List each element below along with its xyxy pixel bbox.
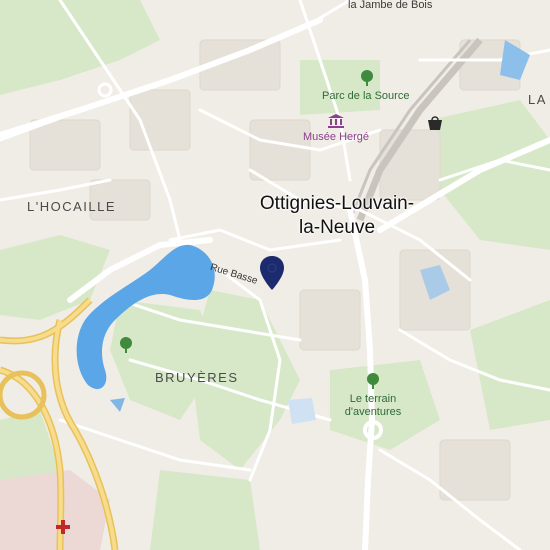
place-label-terrain-aventures: Le terrain d'aventures	[338, 393, 408, 419]
tree-icon[interactable]	[366, 373, 380, 389]
place-label-parc-de-la-source: Parc de la Source	[322, 90, 410, 102]
place-label-terrain-line-1: Le terrain	[349, 393, 397, 405]
place-label-jambe-de-bois: la Jambe de Bois	[348, 0, 433, 11]
district-label-hocaille: L'HOCAILLE	[27, 199, 117, 214]
district-label-edge: LA	[528, 92, 547, 107]
district-label-bruyeres: BRUYÈRES	[155, 370, 239, 385]
hospital-cross-icon[interactable]	[55, 519, 71, 535]
tree-icon[interactable]	[360, 70, 374, 86]
museum-icon[interactable]	[328, 114, 344, 128]
city-label: Ottignies-Louvain- la-Neuve	[248, 192, 426, 240]
city-label-line-2: la-Neuve	[298, 217, 376, 238]
city-label-line-1: Ottignies-Louvain-	[259, 193, 415, 214]
map-view[interactable]: la Jambe de Bois Parc de la Source Musée…	[0, 0, 550, 550]
pond-4	[288, 398, 316, 424]
place-label-terrain-line-2: d'aventures	[344, 406, 402, 418]
shopping-bag-icon[interactable]	[427, 115, 443, 131]
location-pin-icon[interactable]	[260, 256, 284, 290]
place-label-musee-herge: Musée Hergé	[303, 131, 370, 143]
tree-icon[interactable]	[119, 337, 133, 353]
